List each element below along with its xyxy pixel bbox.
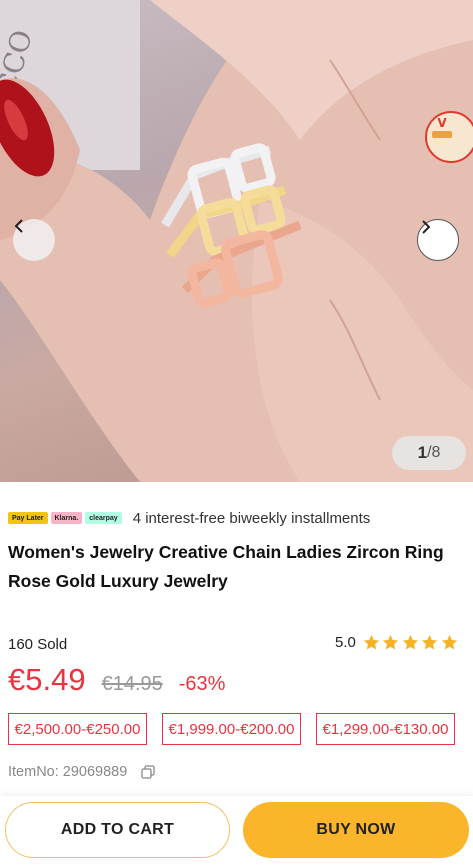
coupon-chip[interactable]: €2,500.00-€250.00 bbox=[8, 713, 147, 745]
product-rating[interactable]: 5.0 bbox=[335, 634, 460, 651]
copy-icon[interactable] bbox=[141, 765, 155, 779]
product-detail-page: CCO V 1 /8 Pay Later Klarna. clearpay 4 … bbox=[0, 0, 473, 865]
star-icon bbox=[422, 634, 438, 650]
original-price: €14.95 bbox=[101, 673, 163, 695]
clearpay-logo: clearpay bbox=[85, 512, 122, 524]
installments-text: 4 interest-free biweekly installments bbox=[132, 509, 371, 527]
product-title: Women's Jewelry Creative Chain Ladies Zi… bbox=[8, 542, 444, 591]
payment-installments-row[interactable]: Pay Later Klarna. clearpay 4 interest-fr… bbox=[8, 509, 370, 527]
star-icon bbox=[402, 634, 419, 650]
previous-image-button[interactable] bbox=[13, 219, 55, 261]
product-image-gallery[interactable]: CCO V 1 /8 bbox=[0, 0, 473, 482]
buy-now-button[interactable]: BUY NOW bbox=[243, 802, 469, 858]
star-icon bbox=[383, 634, 399, 650]
item-number-row: ItemNo: 29069889 bbox=[8, 764, 155, 780]
paylater-logo: Pay Later bbox=[8, 512, 48, 524]
star-icon bbox=[441, 634, 458, 650]
price-row: €5.49 €14.95 -63% bbox=[8, 662, 225, 698]
next-image-button[interactable] bbox=[417, 219, 459, 261]
product-photo: CCO bbox=[0, 0, 473, 482]
sold-count: 160 Sold bbox=[8, 636, 68, 653]
svg-text:V: V bbox=[437, 116, 447, 130]
discount-percent: -63% bbox=[178, 673, 226, 695]
coupon-chip[interactable]: €1,999.00-€200.00 bbox=[162, 713, 301, 745]
chevron-left-icon bbox=[14, 219, 23, 233]
image-counter: 1 /8 bbox=[392, 436, 466, 470]
rating-score: 5.0 bbox=[335, 634, 356, 651]
store-badge-icon[interactable]: V bbox=[425, 111, 473, 163]
chevron-right-icon bbox=[422, 220, 431, 234]
add-to-cart-button[interactable]: ADD TO CART bbox=[5, 802, 230, 858]
current-price: €5.49 bbox=[8, 662, 86, 697]
klarna-logo: Klarna. bbox=[50, 512, 83, 524]
item-number: ItemNo: 29069889 bbox=[8, 764, 128, 780]
bottom-action-bar: ADD TO CART BUY NOW bbox=[0, 796, 473, 865]
star-icon bbox=[363, 634, 380, 650]
image-counter-total: /8 bbox=[427, 444, 441, 461]
image-counter-current: 1 bbox=[417, 443, 428, 462]
coupon-chip[interactable]: €1,299.00-€130.00 bbox=[316, 713, 455, 745]
